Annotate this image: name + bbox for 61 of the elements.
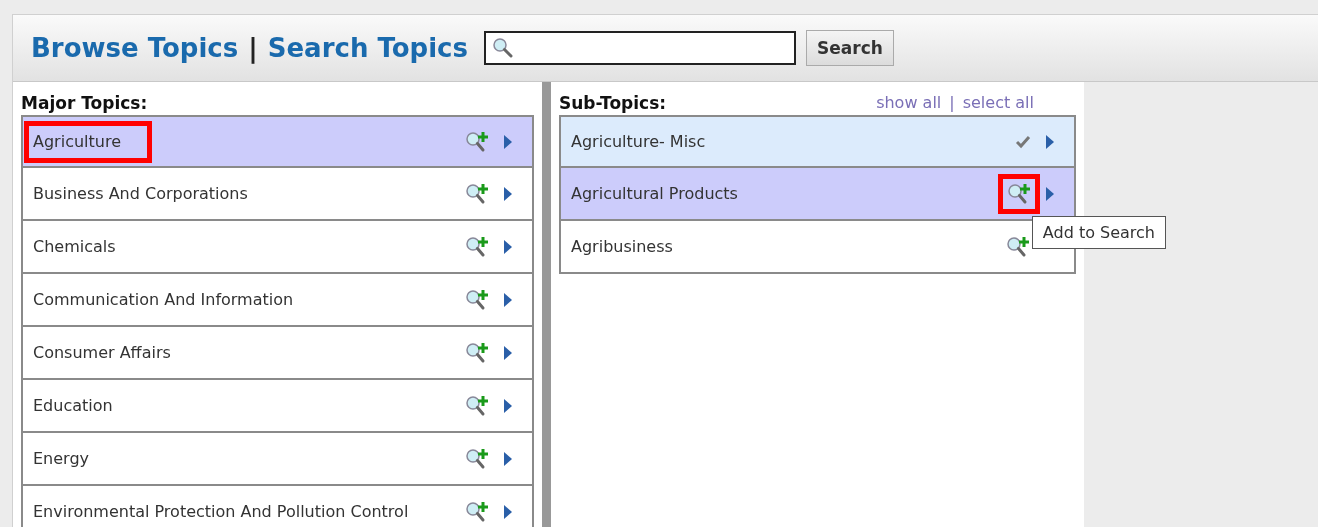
add-to-search-button[interactable]	[465, 447, 489, 470]
expand-arrow-icon[interactable]	[503, 504, 512, 519]
sub-topic-label: Agriculture- Misc	[571, 131, 706, 152]
expand-arrow-icon[interactable]	[1045, 186, 1054, 201]
topic-label: Communication And Information	[33, 289, 294, 310]
search-field[interactable]	[484, 31, 796, 65]
topic-label: Agriculture	[24, 120, 152, 163]
major-topics-heading: Major Topics:	[21, 92, 148, 113]
expand-arrow-icon[interactable]	[503, 292, 512, 307]
topic-row[interactable]: Consumer Affairs	[21, 327, 534, 380]
expand-arrow-icon[interactable]	[503, 186, 512, 201]
add-search-icon	[465, 447, 489, 470]
add-to-search-button[interactable]	[465, 288, 489, 311]
search-topics-link[interactable]: Search Topics	[267, 33, 468, 63]
topic-row[interactable]: Communication And Information	[21, 274, 534, 327]
topic-row[interactable]: Education	[21, 380, 534, 433]
search-icon	[492, 37, 514, 59]
expand-arrow-icon[interactable]	[503, 398, 512, 413]
topic-label: Consumer Affairs	[33, 342, 171, 363]
add-search-icon	[1007, 182, 1031, 205]
separator: |	[949, 93, 955, 112]
add-to-search-button[interactable]	[465, 394, 489, 417]
add-to-search-button[interactable]	[465, 130, 489, 153]
topic-row[interactable]: Energy	[21, 433, 534, 486]
add-search-icon	[1006, 235, 1030, 258]
add-to-search-button[interactable]	[1006, 235, 1030, 258]
add-search-icon	[465, 130, 489, 153]
topic-row[interactable]: Business And Corporations	[21, 168, 534, 221]
topic-label: Environmental Protection And Pollution Control	[33, 501, 409, 522]
add-search-icon	[465, 288, 489, 311]
topic-label: Business And Corporations	[33, 183, 248, 204]
select-all-link[interactable]: select all	[962, 93, 1034, 112]
add-search-icon	[465, 182, 489, 205]
sub-topic-row[interactable]: Agriculture- Misc	[559, 115, 1076, 168]
add-search-icon	[465, 500, 489, 523]
topic-row[interactable]: Environmental Protection And Pollution Control	[21, 486, 534, 527]
add-search-icon	[465, 394, 489, 417]
topic-label: Chemicals	[33, 236, 116, 257]
browse-topics-link[interactable]: Browse Topics	[31, 33, 239, 63]
separator: |	[248, 33, 258, 63]
sub-topics-heading: Sub-Topics:	[559, 92, 667, 113]
expand-arrow-icon[interactable]	[503, 134, 512, 149]
add-search-icon	[465, 235, 489, 258]
add-to-search-button[interactable]	[465, 235, 489, 258]
add-to-search-button[interactable]	[465, 341, 489, 364]
expand-arrow-icon[interactable]	[503, 451, 512, 466]
show-all-link[interactable]: show all	[876, 93, 942, 112]
search-button[interactable]: Search	[806, 30, 894, 66]
add-to-search-button[interactable]	[998, 173, 1040, 214]
expand-arrow-icon[interactable]	[503, 345, 512, 360]
topic-label: Education	[33, 395, 113, 416]
sub-topic-label: Agricultural Products	[571, 183, 738, 204]
topic-row[interactable]: Chemicals	[21, 221, 534, 274]
expand-arrow-icon[interactable]	[503, 239, 512, 254]
add-to-search-button[interactable]	[465, 500, 489, 523]
add-search-icon	[465, 341, 489, 364]
tooltip: Add to Search	[1031, 216, 1166, 249]
expand-arrow-icon[interactable]	[1045, 134, 1054, 149]
topic-row[interactable]: Agriculture	[21, 115, 534, 168]
topic-label: Energy	[33, 448, 89, 469]
add-to-search-button[interactable]	[465, 182, 489, 205]
